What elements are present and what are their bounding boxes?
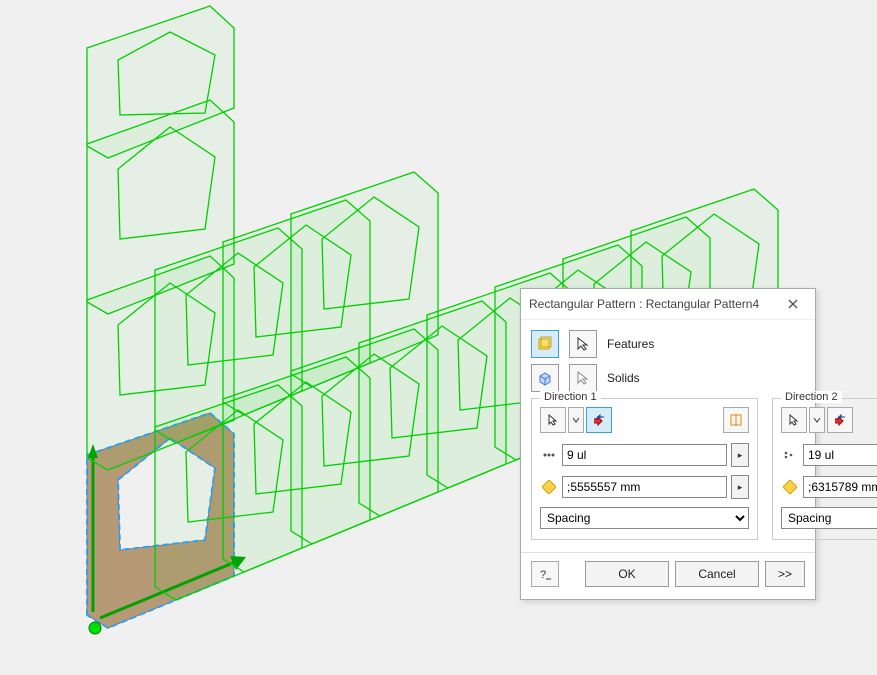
arrow-cursor-icon	[788, 414, 800, 426]
dir1-spacing-input[interactable]	[562, 476, 727, 498]
count-icon	[540, 450, 558, 460]
chevron-down-icon	[572, 416, 580, 424]
dir1-count-input[interactable]	[562, 444, 727, 466]
solids-label: Solids	[607, 371, 640, 385]
direction2-label: Direction 2	[781, 391, 842, 403]
direction2-group: Direction 2 ▸ ▸	[772, 398, 877, 540]
dir1-pick-dropdown[interactable]	[568, 407, 584, 433]
dir2-flip-button[interactable]	[827, 407, 853, 433]
dir2-pick-dropdown[interactable]	[809, 407, 825, 433]
dialog-title: Rectangular Pattern : Rectangular Patter…	[529, 297, 779, 311]
expand-button[interactable]: >>	[765, 561, 805, 587]
pattern-solids-filter-button[interactable]	[531, 364, 559, 392]
svg-text:?: ?	[540, 569, 546, 581]
close-button[interactable]	[779, 293, 807, 315]
solid-filter-icon	[537, 370, 553, 386]
select-features-button[interactable]	[569, 330, 597, 358]
length-icon	[540, 480, 558, 494]
midplane-icon	[729, 413, 743, 427]
features-label: Features	[607, 337, 654, 351]
flip-direction-icon	[592, 413, 606, 427]
select-solids-button[interactable]	[569, 364, 597, 392]
arrow-cursor-icon	[575, 336, 591, 352]
cancel-label: Cancel	[698, 567, 735, 581]
rectangular-pattern-dialog: Rectangular Pattern : Rectangular Patter…	[520, 288, 816, 600]
dialog-titlebar[interactable]: Rectangular Pattern : Rectangular Patter…	[521, 289, 815, 320]
help-icon: ?	[538, 567, 552, 581]
count-icon	[781, 450, 799, 460]
direction1-label: Direction 1	[540, 391, 601, 403]
dir1-pick-button[interactable]	[540, 407, 566, 433]
dir2-spacing-input[interactable]	[803, 476, 877, 498]
dir2-pick-button[interactable]	[781, 407, 807, 433]
arrow-cursor-icon	[547, 414, 559, 426]
chevron-down-icon	[813, 416, 821, 424]
dir1-mode-select[interactable]: Spacing	[540, 507, 749, 529]
help-button[interactable]: ?	[531, 561, 559, 587]
flip-direction-icon	[833, 413, 847, 427]
dir1-midplane-button[interactable]	[723, 407, 749, 433]
feature-filter-icon	[537, 336, 553, 352]
length-icon	[781, 480, 799, 494]
dir2-count-input[interactable]	[803, 444, 877, 466]
expand-label: >>	[778, 567, 792, 581]
dir1-flip-button[interactable]	[586, 407, 612, 433]
ok-button[interactable]: OK	[585, 561, 669, 587]
pattern-features-filter-button[interactable]	[531, 330, 559, 358]
arrow-cursor-icon	[575, 370, 591, 386]
direction1-group: Direction 1 ▸ ▸	[531, 398, 758, 540]
dir1-count-spinner[interactable]: ▸	[731, 443, 749, 467]
dir2-mode-select[interactable]: Spacing	[781, 507, 877, 529]
close-icon	[788, 299, 798, 309]
dir1-spacing-spinner[interactable]: ▸	[731, 475, 749, 499]
cancel-button[interactable]: Cancel	[675, 561, 759, 587]
ok-label: OK	[618, 567, 635, 581]
